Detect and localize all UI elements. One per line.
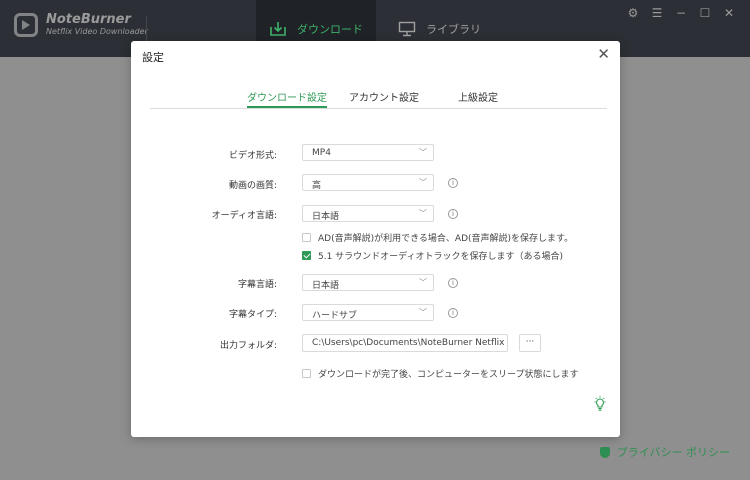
subtitle-type-label: 字幕タイプ: (228, 310, 277, 320)
subtitle-language-select[interactable]: 日本語 ﹀ (302, 274, 434, 291)
info-icon[interactable]: i (448, 178, 458, 188)
audio-description-checkbox[interactable] (302, 233, 311, 242)
audio-language-label: オーディオ言語: (211, 211, 277, 221)
sleep-after-label: ダウンロードが完了後、コンピューターをスリープ状態にします (318, 370, 579, 380)
chevron-down-icon: ﹀ (419, 278, 427, 287)
sleep-after-checkbox[interactable] (302, 369, 311, 378)
settings-dialog: 設定 ✕ ダウンロード設定 アカウント設定 上級設定 ビデオ形式: MP4 ﹀ … (131, 41, 620, 437)
video-format-select[interactable]: MP4 ﹀ (302, 144, 434, 161)
surround-checkbox[interactable] (302, 251, 311, 260)
video-format-label: ビデオ形式: (228, 151, 277, 161)
logo-icon (14, 12, 38, 37)
nav-tab-label: ダウンロード (297, 22, 363, 36)
output-folder-input[interactable]: C:\Users\pc\Documents\NoteBurner Netflix… (302, 334, 508, 352)
subtitle-language-label: 字幕言語: (237, 280, 277, 290)
gear-icon[interactable]: ⚙ (626, 6, 640, 20)
library-icon (398, 21, 416, 36)
chevron-down-icon: ﹀ (419, 308, 427, 317)
nav-divider (146, 16, 147, 44)
dialog-close-button[interactable]: ✕ (597, 45, 610, 63)
info-icon[interactable]: i (448, 209, 458, 219)
info-icon[interactable]: i (448, 308, 458, 318)
subtitle-type-select[interactable]: ハードサブ ﹀ (302, 304, 434, 321)
tab-account-settings[interactable]: アカウント設定 (349, 89, 419, 108)
privacy-policy-label: プライバシー ポリシー (616, 446, 730, 459)
subtitle-language-value: 日本語 (312, 281, 340, 291)
app-logo: NoteBurner Netflix Video Downloader (14, 12, 148, 37)
shield-icon (599, 446, 610, 458)
lightbulb-icon[interactable] (593, 396, 607, 412)
sleep-after-option[interactable]: ダウンロードが完了後、コンピューターをスリープ状態にします (302, 367, 578, 380)
window-controls: ⚙ ☰ − ☐ ✕ (626, 6, 736, 20)
audio-description-label: AD(音声解説)が利用できる場合、AD(音声解説)を保存します。 (318, 234, 574, 244)
subtitle-type-value: ハードサブ (312, 311, 358, 321)
menu-icon[interactable]: ☰ (650, 6, 664, 20)
info-icon[interactable]: i (448, 278, 458, 288)
maximize-icon[interactable]: ☐ (698, 6, 712, 20)
chevron-down-icon: ﹀ (419, 178, 427, 187)
video-format-value: MP4 (312, 148, 331, 158)
dialog-title: 設定 (142, 51, 164, 64)
download-icon (270, 21, 286, 36)
audio-language-select[interactable]: 日本語 ﹀ (302, 205, 434, 222)
tab-advanced-settings[interactable]: 上級設定 (458, 89, 498, 108)
browse-folder-button[interactable]: ··· (519, 334, 541, 352)
surround-label: 5.1 サラウンドオーディオトラックを保存します（ある場合) (318, 252, 564, 262)
surround-option[interactable]: 5.1 サラウンドオーディオトラックを保存します（ある場合) (302, 249, 563, 262)
privacy-policy-link[interactable]: プライバシー ポリシー (599, 444, 730, 460)
quality-label: 動画の画質: (228, 181, 277, 191)
audio-language-value: 日本語 (312, 212, 340, 222)
quality-value: 高 (312, 181, 322, 191)
chevron-down-icon: ﹀ (419, 209, 427, 218)
quality-select[interactable]: 高 ﹀ (302, 174, 434, 191)
output-folder-label: 出力フォルダ: (219, 341, 277, 351)
nav-tab-label: ライブラリ (426, 22, 481, 36)
chevron-down-icon: ﹀ (419, 148, 427, 157)
audio-description-option[interactable]: AD(音声解説)が利用できる場合、AD(音声解説)を保存します。 (302, 231, 573, 244)
settings-tabs: ダウンロード設定 アカウント設定 上級設定 (150, 89, 607, 109)
brand-title: NoteBurner (46, 12, 131, 27)
tab-download-settings[interactable]: ダウンロード設定 (247, 89, 327, 108)
close-icon[interactable]: ✕ (722, 6, 736, 20)
brand-subtitle: Netflix Video Downloader (46, 27, 148, 36)
minimize-icon[interactable]: − (674, 6, 688, 20)
